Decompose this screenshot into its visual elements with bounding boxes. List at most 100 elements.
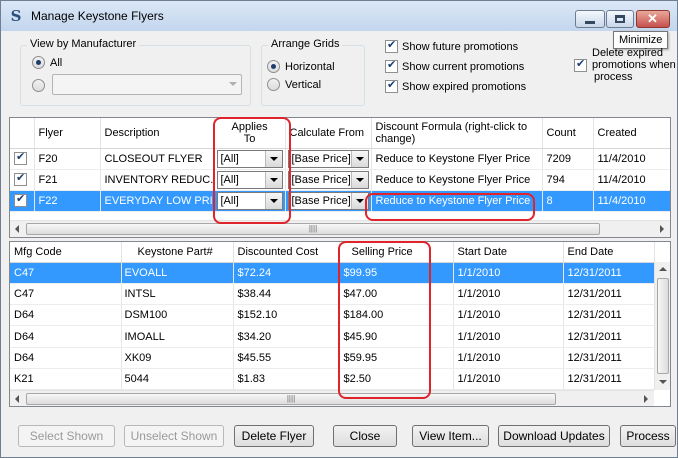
flyer-row-check-cell[interactable] [10, 190, 35, 212]
unselect-shown-button[interactable]: Unselect Shown [124, 425, 224, 447]
close-button[interactable]: Close [333, 425, 397, 447]
applies-to-combo[interactable]: [All] [216, 149, 283, 168]
flyer-cell-discount-formula[interactable]: Reduce to Keystone Flyer Price [371, 169, 543, 191]
parts-cell-selling-price[interactable]: $99.95 [339, 262, 454, 284]
parts-cell-end-date[interactable]: 12/31/2011 [563, 325, 655, 348]
parts-cell-start-date[interactable]: 1/1/2010 [453, 283, 564, 306]
parts-cell-end-date[interactable]: 12/31/2011 [563, 262, 655, 284]
parts-cell-keystone-part[interactable]: EVOALL [121, 262, 234, 284]
manufacturer-radio[interactable] [32, 79, 45, 92]
parts-cell-selling-price[interactable]: $184.00 [339, 304, 454, 327]
flyer-col-check[interactable] [10, 118, 35, 149]
flyer-col-calculate-from[interactable]: Calculate From [285, 118, 372, 149]
vertical-radio-row[interactable]: Vertical [267, 78, 321, 91]
parts-vscroll-thumb[interactable] [657, 278, 669, 374]
parts-cell-start-date[interactable]: 1/1/2010 [453, 368, 564, 391]
parts-cell-end-date[interactable]: 12/31/2011 [563, 347, 655, 369]
parts-cell-selling-price[interactable]: $47.00 [339, 283, 454, 306]
flyer-cell-description[interactable]: INVENTORY REDUC... [100, 169, 215, 191]
flyer-col-count[interactable]: Count [542, 118, 594, 149]
flyer-cell-created[interactable]: 11/4/2010 [593, 148, 670, 170]
parts-col-end-date[interactable]: End Date [563, 242, 655, 263]
chevron-down-icon[interactable] [350, 171, 368, 188]
flyer-cell-discount-formula[interactable]: Reduce to Keystone Flyer Price [371, 148, 543, 170]
flyer-cell-created[interactable]: 11/4/2010 [593, 169, 670, 191]
maximize-button[interactable] [606, 10, 634, 28]
vertical-radio[interactable] [267, 78, 280, 91]
parts-cell-selling-price[interactable]: $45.90 [339, 325, 454, 348]
parts-cell-selling-price[interactable]: $2.50 [339, 368, 454, 391]
manufacturer-combo[interactable] [52, 74, 242, 95]
show-current-row[interactable]: Show current promotions [385, 58, 524, 73]
parts-cell-start-date[interactable]: 1/1/2010 [453, 325, 564, 348]
parts-horizontal-scrollbar[interactable]: |||| [10, 390, 654, 406]
select-shown-button[interactable]: Select Shown [18, 425, 115, 447]
show-expired-row[interactable]: Show expired promotions [385, 78, 526, 93]
parts-cell-discounted-cost[interactable]: $38.44 [233, 283, 340, 306]
parts-cell-end-date[interactable]: 12/31/2011 [563, 304, 655, 327]
horizontal-radio-row[interactable]: Horizontal [267, 60, 335, 73]
parts-col-keystone-part[interactable]: Keystone Part# [121, 242, 234, 263]
parts-row[interactable]: D64 DSM100 $152.10 $184.00 1/1/2010 12/31/201… [10, 304, 655, 327]
parts-cell-mfg-code[interactable]: C47 [10, 283, 122, 306]
chevron-down-icon[interactable] [350, 150, 368, 167]
show-current-checkbox[interactable] [385, 58, 398, 73]
scroll-right-icon[interactable] [644, 395, 648, 403]
flyer-row-check-cell[interactable] [10, 169, 35, 191]
parts-col-mfg-code[interactable]: Mfg Code [10, 242, 122, 263]
parts-cell-end-date[interactable]: 12/31/2011 [563, 283, 655, 306]
parts-cell-start-date[interactable]: 1/1/2010 [453, 347, 564, 369]
flyer-grid[interactable]: Flyer Description Applies To Calculate F… [9, 117, 671, 238]
calculate-from-combo[interactable]: [Base Price] [287, 191, 369, 210]
parts-row[interactable]: D64 XK09 $45.55 $59.95 1/1/2010 12/31/2011 [10, 347, 655, 369]
title-bar[interactable]: S Manage Keystone Flyers ✕ [1, 1, 677, 31]
flyer-row[interactable]: F22EVERYDAY LOW PRI... [All] [Base Price] R… [10, 190, 670, 212]
download-updates-button[interactable]: Download Updates [498, 425, 610, 447]
parts-cell-keystone-part[interactable]: 5044 [121, 368, 234, 391]
parts-cell-mfg-code[interactable]: D64 [10, 347, 122, 369]
parts-hscroll-thumb[interactable]: |||| [26, 393, 556, 405]
delete-expired-checkbox[interactable] [574, 57, 587, 72]
parts-cell-mfg-code[interactable]: C47 [10, 262, 122, 284]
calculate-from-combo[interactable]: [Base Price] [287, 149, 369, 168]
parts-cell-discounted-cost[interactable]: $72.24 [233, 262, 340, 284]
parts-col-start-date[interactable]: Start Date [453, 242, 564, 263]
parts-col-selling-price[interactable]: Selling Price [339, 242, 454, 263]
flyer-cell-discount-formula[interactable]: Reduce to Keystone Flyer Price [371, 190, 543, 212]
parts-cell-mfg-code[interactable]: D64 [10, 304, 122, 327]
flyer-cell-created[interactable]: 11/4/2010 [593, 190, 670, 212]
scroll-right-icon[interactable] [660, 225, 664, 233]
parts-cell-keystone-part[interactable]: INTSL [121, 283, 234, 306]
flyer-cell-description[interactable]: CLOSEOUT FLYER [100, 148, 215, 170]
flyer-cell-count[interactable]: 8 [542, 190, 594, 212]
flyer-cell-calculate-from[interactable]: [Base Price] [285, 190, 372, 212]
flyer-row-checkbox[interactable] [14, 192, 27, 207]
flyer-row-check-cell[interactable] [10, 148, 35, 170]
chevron-down-icon[interactable] [350, 192, 368, 209]
parts-row[interactable]: C47 EVOALL $72.24 $99.95 1/1/2010 12/31/2011 [10, 262, 655, 284]
parts-cell-start-date[interactable]: 1/1/2010 [453, 304, 564, 327]
parts-cell-start-date[interactable]: 1/1/2010 [453, 262, 564, 284]
flyer-cell-flyer[interactable]: F20 [34, 148, 101, 170]
flyer-cell-flyer[interactable]: F21 [34, 169, 101, 191]
applies-to-combo[interactable]: [All] [216, 170, 283, 189]
parts-cell-discounted-cost[interactable]: $1.83 [233, 368, 340, 391]
all-radio[interactable] [32, 56, 45, 69]
parts-cell-selling-price[interactable]: $59.95 [339, 347, 454, 369]
flyer-row[interactable]: F20CLOSEOUT FLYER [All] [Base Price] Reduce… [10, 148, 670, 170]
minimize-button[interactable] [575, 10, 605, 28]
flyer-cell-description[interactable]: EVERYDAY LOW PRI... [100, 190, 215, 212]
flyer-cell-applies-to[interactable]: [All] [214, 190, 286, 212]
show-future-row[interactable]: Show future promotions [385, 38, 518, 53]
flyer-cell-calculate-from[interactable]: [Base Price] [285, 169, 372, 191]
parts-col-discounted-cost[interactable]: Discounted Cost [233, 242, 340, 263]
delete-flyer-button[interactable]: Delete Flyer [234, 425, 314, 447]
flyer-col-created[interactable]: Created [593, 118, 670, 149]
scroll-down-icon[interactable] [659, 380, 667, 384]
flyer-scroll-thumb[interactable]: |||| [26, 223, 600, 235]
flyer-row-checkbox[interactable] [14, 150, 27, 165]
parts-cell-keystone-part[interactable]: IMOALL [121, 325, 234, 348]
close-window-button[interactable]: ✕ [636, 10, 670, 28]
flyer-row[interactable]: F21INVENTORY REDUC... [All] [Base Price] Re… [10, 169, 670, 191]
scroll-up-icon[interactable] [659, 267, 667, 271]
